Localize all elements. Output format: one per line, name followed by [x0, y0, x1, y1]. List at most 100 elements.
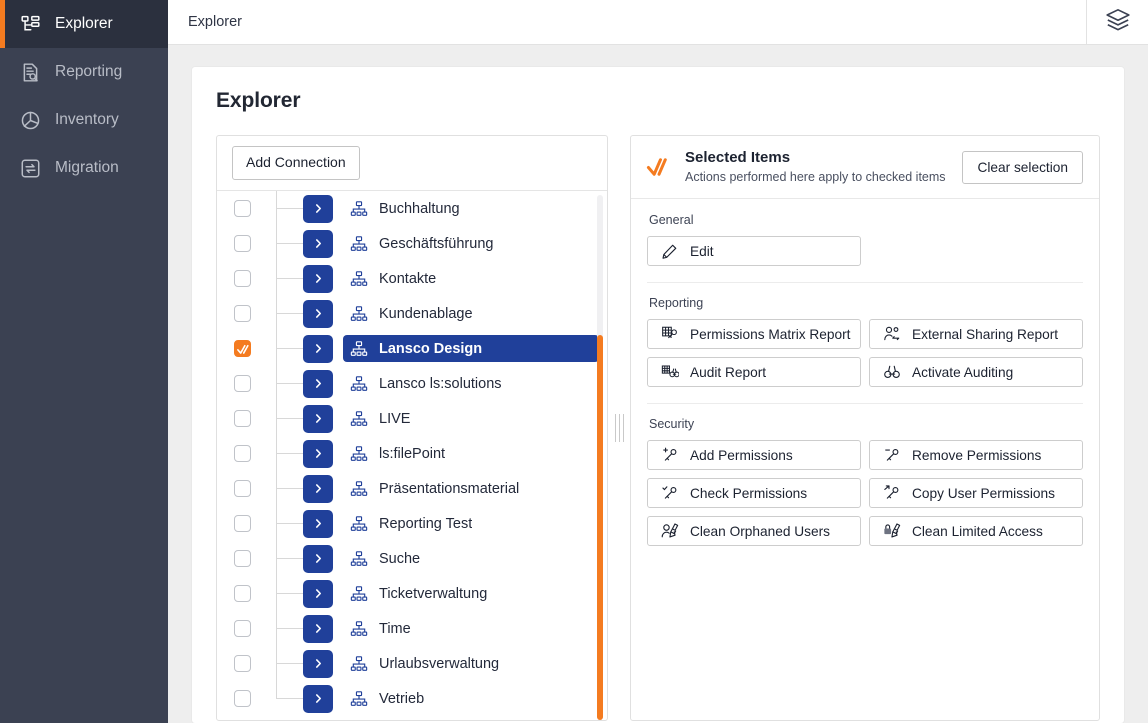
clean-limited-access-button[interactable]: Clean Limited Access [869, 516, 1083, 546]
tree-row-checkbox-cell [217, 305, 267, 322]
row-checkbox[interactable] [233, 200, 251, 217]
row-checkbox[interactable] [233, 235, 251, 252]
add-permissions-button[interactable]: Add Permissions [647, 440, 861, 470]
tree-row[interactable]: Geschäftsführung [217, 226, 607, 261]
expand-node-button[interactable] [303, 439, 333, 468]
audit-report-button[interactable]: Audit Report [647, 357, 861, 387]
expand-node-button[interactable] [303, 334, 333, 363]
tree-guide-lines [267, 681, 303, 716]
expand-node-button[interactable] [303, 229, 333, 258]
tree-row-content[interactable]: LIVE [343, 405, 599, 432]
tree-row-label: Buchhaltung [379, 200, 460, 217]
clear-selection-button[interactable]: Clear selection [962, 150, 1083, 184]
tree-row-content[interactable]: Ticketverwaltung [343, 580, 599, 607]
tree-row-content[interactable]: Time [343, 615, 599, 642]
activate-auditing-button[interactable]: Activate Auditing [869, 357, 1083, 387]
tree-row[interactable]: LIVE [217, 401, 607, 436]
row-checkbox[interactable] [233, 655, 251, 672]
tree-row-content[interactable]: Reporting Test [343, 510, 599, 537]
external-sharing-report-button[interactable]: External Sharing Report [869, 319, 1083, 349]
expand-node-button[interactable] [303, 684, 333, 713]
tree-row-checkbox-cell [217, 200, 267, 217]
sidebar-item-reporting[interactable]: Reporting [0, 48, 168, 96]
splitter-grip-icon [614, 414, 624, 442]
tree-row-content[interactable]: Geschäftsführung [343, 230, 599, 257]
tree-scrollbar[interactable] [596, 195, 604, 720]
tree-row-content[interactable]: Vetrieb [343, 685, 599, 712]
tree-row[interactable]: Suche [217, 541, 607, 576]
expand-node-button[interactable] [303, 649, 333, 678]
selected-items-title: Selected Items [685, 149, 791, 166]
expand-node-button[interactable] [303, 614, 333, 643]
tree-row[interactable]: Präsentationsmaterial [217, 471, 607, 506]
chevron-right-icon [313, 623, 324, 634]
expand-node-button[interactable] [303, 509, 333, 538]
expand-node-button[interactable] [303, 404, 333, 433]
panel-splitter[interactable] [608, 135, 630, 721]
row-checkbox-checked[interactable] [233, 340, 251, 357]
tree-row-content[interactable]: Präsentationsmaterial [343, 475, 599, 502]
key-plus-icon [660, 446, 679, 465]
sidebar-item-migration[interactable]: Migration [0, 144, 168, 192]
tree-row[interactable]: Time [217, 611, 607, 646]
expand-node-button[interactable] [303, 544, 333, 573]
row-checkbox[interactable] [233, 515, 251, 532]
tree-row[interactable]: Kontakte [217, 261, 607, 296]
row-checkbox[interactable] [233, 305, 251, 322]
tree-row-content[interactable]: Suche [343, 545, 599, 572]
add-connection-button[interactable]: Add Connection [232, 146, 360, 180]
tree-row[interactable]: Kundenablage [217, 296, 607, 331]
tree-row[interactable]: Ticketverwaltung [217, 576, 607, 611]
row-checkbox[interactable] [233, 550, 251, 567]
row-checkbox[interactable] [233, 690, 251, 707]
tree-row[interactable]: Urlaubsverwaltung [217, 646, 607, 681]
scrollbar-thumb[interactable] [597, 335, 603, 720]
row-checkbox[interactable] [233, 445, 251, 462]
tree-row[interactable]: Lansco ls:solutions [217, 366, 607, 401]
key-minus-icon [882, 446, 901, 465]
tree-row[interactable]: Lansco Design [217, 331, 607, 366]
tree-row[interactable]: Reporting Test [217, 506, 607, 541]
sidebar-item-explorer[interactable]: Explorer [0, 0, 168, 48]
expand-node-button[interactable] [303, 474, 333, 503]
tree-row-content[interactable]: Urlaubsverwaltung [343, 650, 599, 677]
tree-row-content[interactable]: Lansco Design [343, 335, 599, 362]
tree-row-checkbox-cell [217, 655, 267, 672]
row-checkbox[interactable] [233, 410, 251, 427]
tree-row-content[interactable]: ls:filePoint [343, 440, 599, 467]
row-checkbox[interactable] [233, 270, 251, 287]
sidebar-item-label: Explorer [55, 15, 113, 33]
tree-row-content[interactable]: Kontakte [343, 265, 599, 292]
tree-row[interactable]: Vetrieb [217, 681, 607, 716]
row-checkbox[interactable] [233, 375, 251, 392]
chevron-right-icon [313, 413, 324, 424]
expand-node-button[interactable] [303, 579, 333, 608]
expand-node-button[interactable] [303, 264, 333, 293]
check-permissions-button[interactable]: Check Permissions [647, 478, 861, 508]
tree-row[interactable]: ls:filePoint [217, 436, 607, 471]
clean-orphaned-users-button[interactable]: Clean Orphaned Users [647, 516, 861, 546]
row-checkbox[interactable] [233, 620, 251, 637]
pie-chart-icon [19, 109, 41, 131]
edit-button[interactable]: Edit [647, 236, 861, 266]
remove-permissions-button[interactable]: Remove Permissions [869, 440, 1083, 470]
section-reporting: Reporting Permissions Matrix Report Exte… [647, 296, 1083, 387]
layers-button[interactable] [1086, 0, 1148, 44]
section-label: Security [649, 417, 695, 431]
copy-user-permissions-button[interactable]: Copy User Permissions [869, 478, 1083, 508]
tree-row-content[interactable]: Kundenablage [343, 300, 599, 327]
expand-node-button[interactable] [303, 194, 333, 223]
divider [647, 282, 1083, 283]
expand-node-button[interactable] [303, 369, 333, 398]
tree-row-content[interactable]: Buchhaltung [343, 195, 599, 222]
sidebar-item-inventory[interactable]: Inventory [0, 96, 168, 144]
section-label: General [649, 213, 694, 227]
permissions-matrix-report-button[interactable]: Permissions Matrix Report [647, 319, 861, 349]
tree-row[interactable]: Buchhaltung [217, 191, 607, 226]
tree-row-content[interactable]: Lansco ls:solutions [343, 370, 599, 397]
expand-node-button[interactable] [303, 299, 333, 328]
connection-tree-panel: Add Connection Buchhaltung Geschäftsführu… [216, 135, 608, 721]
row-checkbox[interactable] [233, 585, 251, 602]
tree-guide-lines [267, 226, 303, 261]
row-checkbox[interactable] [233, 480, 251, 497]
